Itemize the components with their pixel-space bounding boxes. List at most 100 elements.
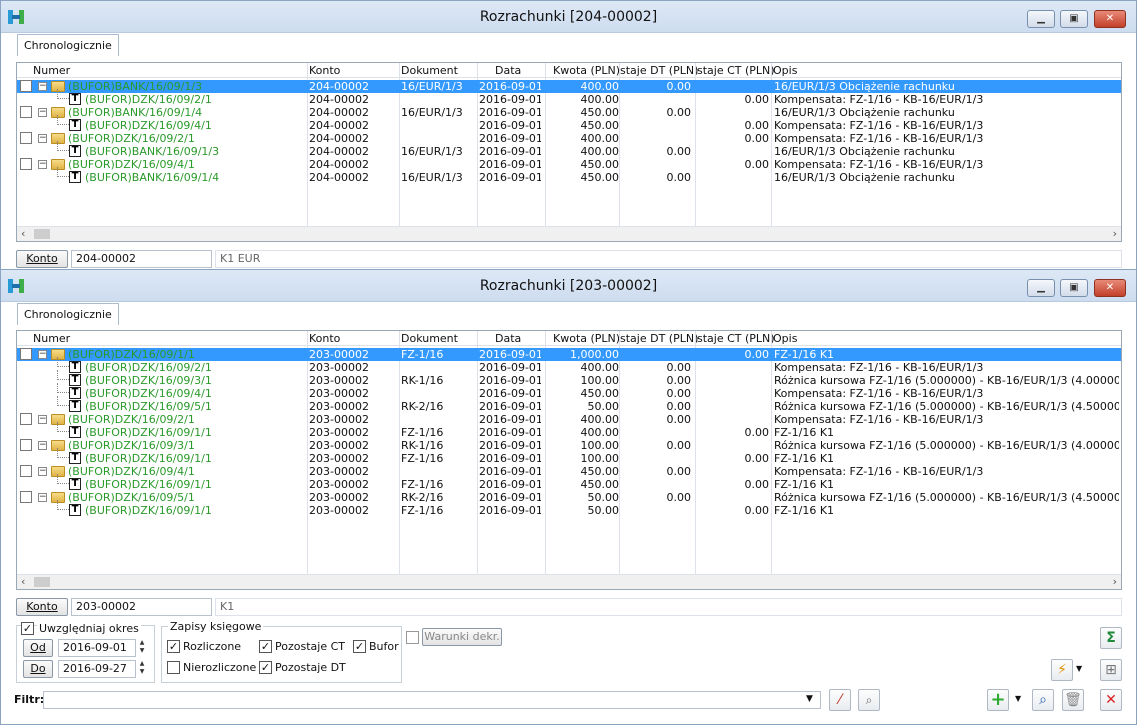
- sigma-icon[interactable]: Σ: [1100, 627, 1122, 649]
- column-header-kwota[interactable]: Kwota (PLN): [553, 332, 620, 345]
- table-row[interactable]: T (BUFOR)DZK/16/09/1/1 203-00002 FZ-1/16 201…: [17, 422, 1121, 439]
- table-row[interactable]: − (BUFOR)BANK/16/09/1/3 204-00002 16/EUR/1/…: [17, 80, 1121, 93]
- table-row[interactable]: − (BUFOR)DZK/16/09/2/1 203-00002 2016-09-01…: [17, 413, 1121, 426]
- column-header-konto[interactable]: Konto: [309, 332, 340, 345]
- close-icon[interactable]: ✕: [1094, 10, 1126, 28]
- column-header-dokument[interactable]: Dokument: [401, 64, 458, 77]
- nierozliczone-checkbox[interactable]: [167, 661, 180, 674]
- column-header-kwota[interactable]: Kwota (PLN): [553, 64, 620, 77]
- add-dropdown-icon[interactable]: ▼: [1015, 694, 1021, 703]
- table-row[interactable]: − (BUFOR)DZK/16/09/2/1 204-00002 2016-09-01…: [17, 132, 1121, 145]
- table-row[interactable]: − (BUFOR)DZK/16/09/4/1 203-00002 2016-09-01…: [17, 465, 1121, 478]
- row-checkbox[interactable]: [20, 348, 32, 360]
- table-row[interactable]: − (BUFOR)BANK/16/09/1/4 204-00002 16/EUR/1/…: [17, 106, 1121, 119]
- warunki-checkbox[interactable]: [406, 631, 419, 644]
- table-row[interactable]: − (BUFOR)DZK/16/09/1/1 203-00002 FZ-1/16 201…: [17, 348, 1121, 361]
- column-header-data[interactable]: Data: [495, 332, 521, 345]
- bufor-checkbox[interactable]: ✓: [353, 640, 366, 653]
- do-button[interactable]: Do: [23, 660, 53, 678]
- minimize-icon[interactable]: ▁: [1027, 279, 1055, 297]
- column-header-ct[interactable]: staje CT (PLN): [697, 332, 775, 345]
- tab-chronologicznie[interactable]: Chronologicznie: [17, 303, 119, 325]
- konto-button[interactable]: Konto: [16, 250, 68, 268]
- od-button[interactable]: Od: [23, 639, 53, 657]
- row-checkbox[interactable]: [20, 106, 32, 118]
- column-header-numer[interactable]: Numer: [33, 332, 70, 345]
- table-row[interactable]: − (BUFOR)DZK/16/09/3/1 203-00002 RK-1/16 201…: [17, 439, 1121, 452]
- table-row[interactable]: − (BUFOR)DZK/16/09/4/1 204-00002 2016-09-01…: [17, 158, 1121, 171]
- scroll-thumb[interactable]: [34, 229, 50, 239]
- filter-builder-icon[interactable]: ⌕: [858, 689, 880, 711]
- collapse-icon[interactable]: −: [38, 160, 47, 169]
- row-checkbox[interactable]: [20, 132, 32, 144]
- close-icon[interactable]: ✕: [1100, 689, 1122, 711]
- collapse-icon[interactable]: −: [38, 108, 47, 117]
- collapse-icon[interactable]: −: [38, 467, 47, 476]
- table-row[interactable]: T (BUFOR)BANK/16/09/1/3 204-00002 16/EUR/1/…: [17, 141, 1121, 158]
- table-row[interactable]: T (BUFOR)DZK/16/09/4/1 204-00002 2016-09-01…: [17, 115, 1121, 132]
- row-checkbox[interactable]: [20, 413, 32, 425]
- do-spinner[interactable]: ▲ ▼: [137, 660, 147, 678]
- maximize-icon[interactable]: ▣: [1060, 279, 1088, 297]
- do-date-field[interactable]: 2016-09-27: [58, 660, 136, 678]
- settlements-grid[interactable]: Numer Konto Dokument Data Kwota (PLN) staje D…: [16, 330, 1122, 590]
- collapse-icon[interactable]: −: [38, 82, 47, 91]
- row-checkbox[interactable]: [20, 80, 32, 92]
- column-header-opis[interactable]: Opis: [773, 332, 797, 345]
- rozliczone-checkbox[interactable]: ✓: [167, 640, 180, 653]
- filter-input[interactable]: [43, 691, 821, 709]
- collapse-icon[interactable]: −: [38, 134, 47, 143]
- konto-button[interactable]: Konto: [16, 598, 68, 616]
- settlements-grid[interactable]: Numer Konto Dokument Data Kwota (PLN) staje D…: [16, 62, 1122, 242]
- table-row[interactable]: T (BUFOR)BANK/16/09/1/4 204-00002 16/EUR/1/…: [17, 167, 1121, 184]
- column-header-dt[interactable]: staje DT (PLN): [620, 64, 698, 77]
- column-header-dokument[interactable]: Dokument: [401, 332, 458, 345]
- period-checkbox[interactable]: ✓: [21, 622, 34, 635]
- column-header-dt[interactable]: staje DT (PLN): [620, 332, 698, 345]
- table-row[interactable]: T (BUFOR)DZK/16/09/1/1 203-00002 FZ-1/16 201…: [17, 474, 1121, 491]
- lightning-icon[interactable]: ⚡: [1051, 659, 1073, 681]
- delete-icon[interactable]: 🗑: [1062, 689, 1084, 711]
- row-checkbox[interactable]: [20, 158, 32, 170]
- row-checkbox[interactable]: [20, 465, 32, 477]
- table-row[interactable]: − (BUFOR)DZK/16/09/5/1 203-00002 RK-2/16 201…: [17, 491, 1121, 504]
- close-icon[interactable]: ✕: [1094, 279, 1126, 297]
- pozostaje-ct-checkbox[interactable]: ✓: [259, 640, 272, 653]
- maximize-icon[interactable]: ▣: [1060, 10, 1088, 28]
- add-icon[interactable]: +: [987, 689, 1009, 711]
- konto-field[interactable]: 203-00002: [71, 598, 212, 616]
- table-row[interactable]: T (BUFOR)DZK/16/09/1/1 203-00002 FZ-1/16 201…: [17, 500, 1121, 517]
- row-checkbox[interactable]: [20, 439, 32, 451]
- warunki-button[interactable]: Warunki dekr.: [422, 628, 502, 646]
- collapse-icon[interactable]: −: [38, 441, 47, 450]
- column-header-ct[interactable]: staje CT (PLN): [697, 64, 775, 77]
- collapse-icon[interactable]: −: [38, 415, 47, 424]
- table-row[interactable]: T (BUFOR)DZK/16/09/1/1 203-00002 FZ-1/16 201…: [17, 448, 1121, 465]
- scroll-left-icon[interactable]: ‹: [21, 227, 25, 240]
- lightning-dropdown-icon[interactable]: ▼: [1076, 664, 1082, 673]
- column-header-opis[interactable]: Opis: [773, 64, 797, 77]
- clear-filter-icon[interactable]: ⁄: [829, 689, 851, 711]
- table-row[interactable]: T (BUFOR)DZK/16/09/4/1 203-00002 2016-09-01…: [17, 383, 1121, 400]
- minimize-icon[interactable]: ▁: [1027, 10, 1055, 28]
- konto-field[interactable]: 204-00002: [71, 250, 212, 268]
- filter-dropdown-icon[interactable]: ▼: [806, 694, 813, 704]
- horizontal-scrollbar[interactable]: ‹ ›: [17, 574, 1121, 589]
- pozostaje-dt-checkbox[interactable]: ✓: [259, 661, 272, 674]
- scroll-thumb[interactable]: [34, 577, 50, 587]
- od-spinner[interactable]: ▲ ▼: [137, 639, 147, 657]
- search-icon[interactable]: ⌕: [1032, 689, 1054, 711]
- scroll-right-icon[interactable]: ›: [1113, 575, 1117, 588]
- structure-icon[interactable]: ⊞: [1100, 659, 1122, 681]
- column-header-konto[interactable]: Konto: [309, 64, 340, 77]
- collapse-icon[interactable]: −: [38, 493, 47, 502]
- table-row[interactable]: T (BUFOR)DZK/16/09/2/1 203-00002 2016-09-01…: [17, 357, 1121, 374]
- od-date-field[interactable]: 2016-09-01: [58, 639, 136, 657]
- tab-chronologicznie[interactable]: Chronologicznie: [17, 34, 119, 56]
- row-checkbox[interactable]: [20, 491, 32, 503]
- scroll-right-icon[interactable]: ›: [1113, 227, 1117, 240]
- table-row[interactable]: T (BUFOR)DZK/16/09/5/1 203-00002 RK-2/16 201…: [17, 396, 1121, 413]
- scroll-left-icon[interactable]: ‹: [21, 575, 25, 588]
- column-header-numer[interactable]: Numer: [33, 64, 70, 77]
- column-header-data[interactable]: Data: [495, 64, 521, 77]
